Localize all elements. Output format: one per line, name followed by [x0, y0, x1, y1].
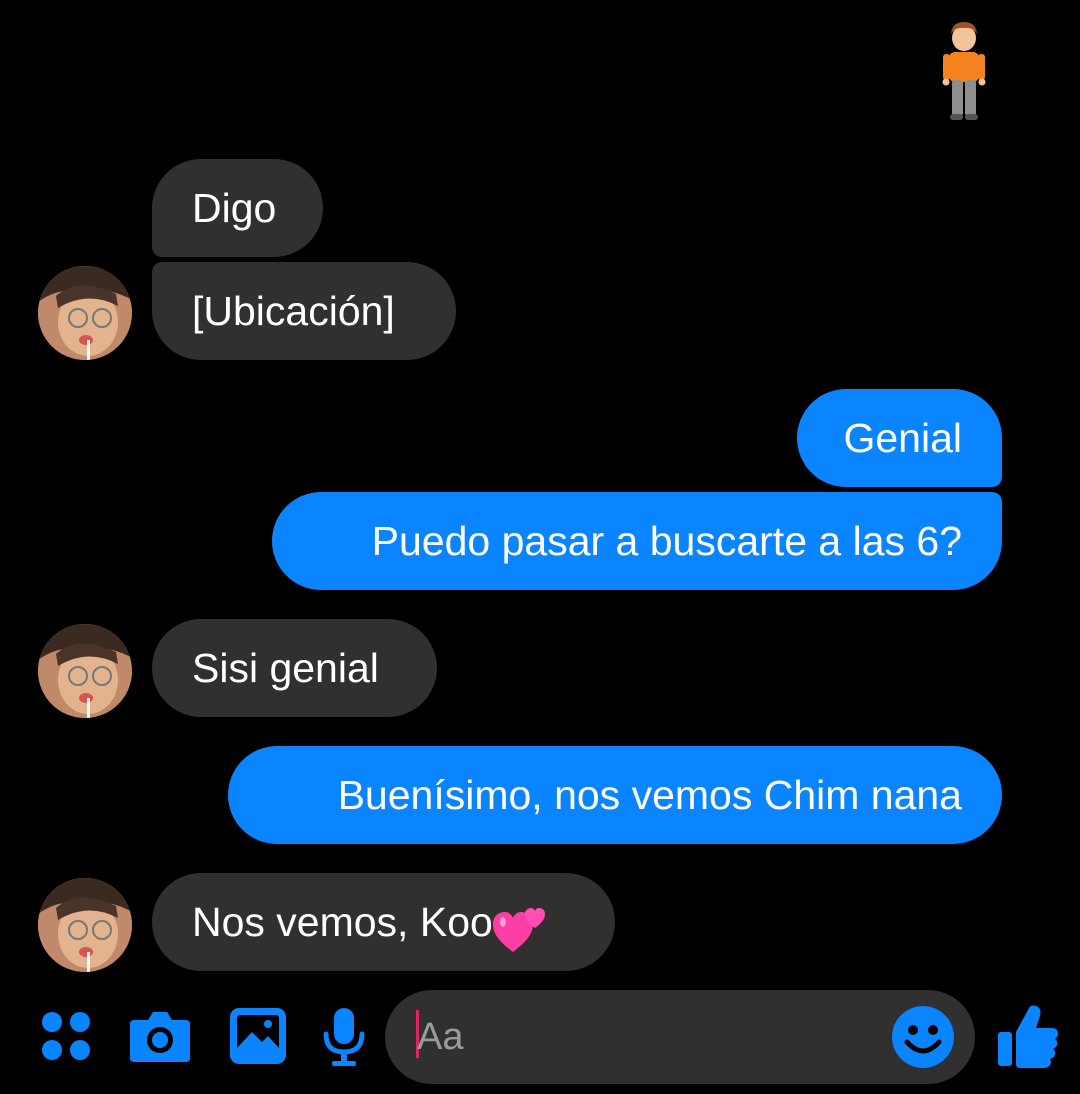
thumbs-up-icon[interactable] [996, 1002, 1060, 1070]
message-text: [Ubicación] [192, 288, 395, 334]
camera-icon[interactable] [128, 1004, 192, 1068]
message-text: Genial [843, 415, 962, 461]
message-bubble-outgoing[interactable]: Genial [797, 389, 1002, 487]
message-text: Sisi genial [192, 645, 379, 691]
message-composer[interactable] [385, 990, 975, 1084]
contact-avatar[interactable] [38, 878, 132, 972]
microphone-icon[interactable] [316, 1004, 372, 1068]
message-bubble-incoming[interactable]: Digo [152, 159, 323, 257]
contact-avatar[interactable] [38, 266, 132, 360]
message-text: Nos vemos, Koo [192, 899, 493, 945]
message-bubble-outgoing[interactable]: Buenísimo, nos vemos Chim nana [228, 746, 1002, 844]
two-hearts-icon [491, 893, 549, 953]
message-bubble-outgoing[interactable]: Puedo pasar a buscarte a las 6? [272, 492, 1002, 590]
emoji-icon[interactable] [890, 1004, 956, 1070]
message-text: Digo [192, 185, 277, 231]
message-bubble-incoming[interactable]: Sisi genial [152, 619, 437, 717]
contact-avatar[interactable] [38, 624, 132, 718]
message-bubble-incoming[interactable]: [Ubicación] [152, 262, 456, 360]
message-text: Buenísimo, nos vemos Chim nana [337, 772, 962, 818]
message-bubble-incoming[interactable]: Nos vemos, Koo [152, 873, 615, 971]
apps-icon[interactable] [34, 1004, 98, 1068]
person-emoji-icon [940, 18, 988, 122]
gallery-icon[interactable] [226, 1004, 290, 1068]
message-text: Puedo pasar a buscarte a las 6? [371, 518, 962, 564]
message-input[interactable] [417, 1012, 867, 1062]
